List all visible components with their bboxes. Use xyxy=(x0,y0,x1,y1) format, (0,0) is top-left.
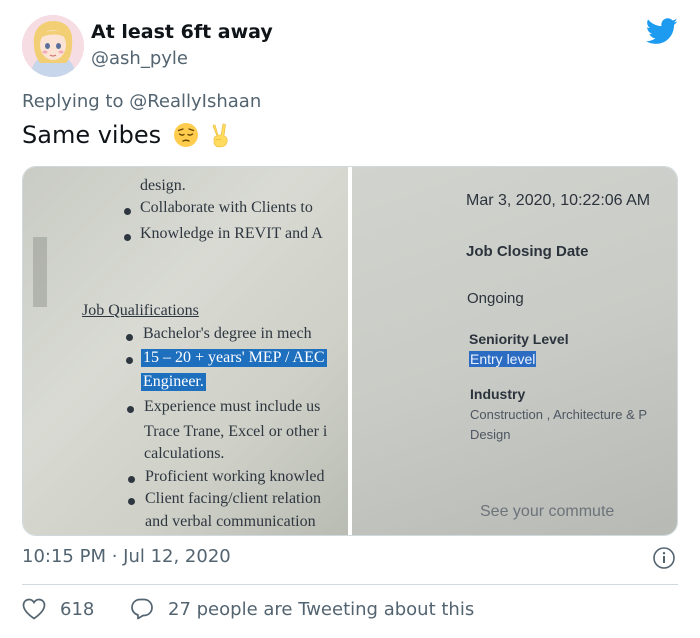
photo-text: Client facing/client relation xyxy=(145,490,321,507)
tweeting-about-link[interactable]: 27 people are Tweeting about this xyxy=(130,598,474,620)
photo-text: calculations. xyxy=(144,445,225,462)
bullet xyxy=(126,357,133,364)
photo-text: Knowledge in REVIT and A xyxy=(140,225,323,242)
speech-bubble-icon xyxy=(131,598,153,620)
tweeting-about-text: 27 people are Tweeting about this xyxy=(168,598,475,620)
bullet xyxy=(126,334,133,341)
photo-job-details[interactable]: Mar 3, 2020, 10:22:06 AM Job Closing Dat… xyxy=(352,167,677,535)
tweet-media[interactable]: design. Collaborate with Clients to Know… xyxy=(22,166,678,536)
photo-text: Experience must include us xyxy=(144,398,321,415)
pensive-face-emoji-icon xyxy=(174,123,199,147)
avatar[interactable] xyxy=(22,15,84,77)
photo-heading: Job Qualifications xyxy=(82,302,199,319)
divider xyxy=(22,584,678,585)
author-name[interactable]: At least 6ft away xyxy=(91,21,273,43)
tweet-body: Same vibes xyxy=(22,121,162,149)
photo-text: Industry xyxy=(470,386,526,402)
photo-text: and verbal communication xyxy=(145,513,316,530)
photo-text: Trace Trane, Excel or other i xyxy=(144,423,328,440)
photo-highlight: Engineer. xyxy=(141,373,206,391)
tweet-text: Same vibes xyxy=(22,121,233,149)
bullet xyxy=(127,406,134,413)
photo-text: Bachelor's degree in mech xyxy=(143,325,312,342)
photo-text: Proficient working knowled xyxy=(145,468,325,485)
photo-text: Ongoing xyxy=(467,290,524,307)
photo-text: Design xyxy=(470,427,511,442)
photo-text: Construction , Architecture & P xyxy=(470,407,648,422)
anime-avatar-icon xyxy=(22,15,84,77)
bullet xyxy=(124,234,131,241)
reply-mention-link[interactable]: @ReallyIshaan xyxy=(129,91,261,112)
reply-prefix: Replying to xyxy=(22,91,124,112)
photo-highlight: Entry level xyxy=(469,351,537,367)
screen-shadow xyxy=(33,237,47,307)
photo-text: See your commute xyxy=(480,503,615,520)
photo-text: design. xyxy=(140,177,186,194)
victory-hand-emoji-icon xyxy=(212,123,228,148)
photo-text: Mar 3, 2020, 10:22:06 AM xyxy=(466,192,651,209)
bullet xyxy=(128,476,135,483)
heart-icon xyxy=(22,598,46,620)
info-icon[interactable] xyxy=(652,546,676,570)
author-handle[interactable]: @ash_pyle xyxy=(91,48,188,69)
reply-context: Replying to @ReallyIshaan xyxy=(22,91,261,112)
photo-text: Seniority Level xyxy=(469,331,569,347)
photo-job-qualifications[interactable]: design. Collaborate with Clients to Know… xyxy=(23,167,348,535)
photo-text: Collaborate with Clients to xyxy=(140,199,313,216)
photo-text: Job Closing Date xyxy=(466,243,589,260)
tweet-timestamp[interactable]: 10:15 PM · Jul 12, 2020 xyxy=(22,546,231,567)
bullet xyxy=(128,498,135,505)
photo-highlight: 15 – 20 + years' MEP / AEC xyxy=(141,349,327,367)
like-button[interactable]: 618 xyxy=(22,598,94,620)
twitter-bird-icon[interactable] xyxy=(646,18,678,45)
like-count: 618 xyxy=(60,598,95,620)
bullet xyxy=(124,208,131,215)
